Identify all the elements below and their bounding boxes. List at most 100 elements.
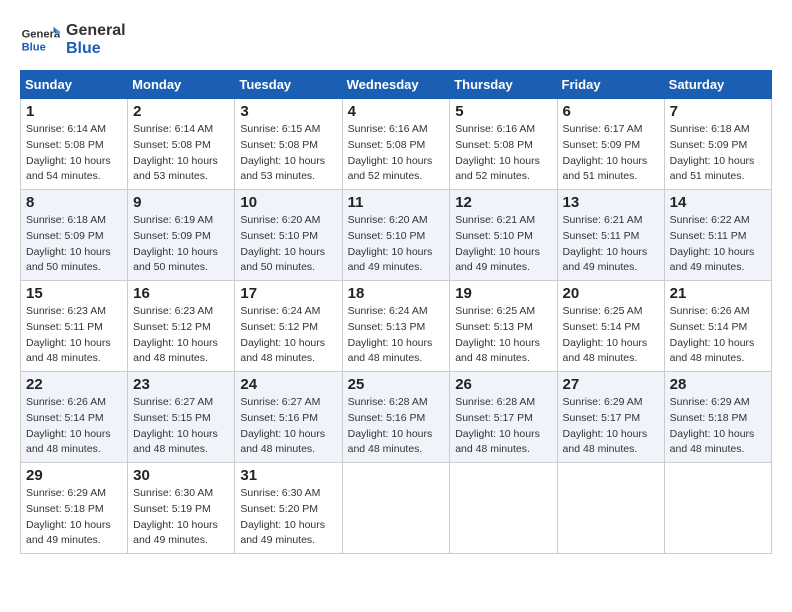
day-number: 3 — [240, 103, 336, 120]
day-info: Sunrise: 6:16 AM Sunset: 5:08 PM Dayligh… — [455, 122, 551, 185]
day-info: Sunrise: 6:29 AM Sunset: 5:18 PM Dayligh… — [670, 395, 766, 458]
day-number: 6 — [563, 103, 659, 120]
weekday-header-saturday: Saturday — [664, 71, 771, 99]
calendar-day-cell: 31 Sunrise: 6:30 AM Sunset: 5:20 PM Dayl… — [235, 463, 342, 554]
day-info: Sunrise: 6:29 AM Sunset: 5:18 PM Dayligh… — [26, 486, 122, 549]
calendar-day-cell: 23 Sunrise: 6:27 AM Sunset: 5:15 PM Dayl… — [128, 372, 235, 463]
day-number: 11 — [348, 194, 445, 211]
day-number: 13 — [563, 194, 659, 211]
calendar-day-cell: 17 Sunrise: 6:24 AM Sunset: 5:12 PM Dayl… — [235, 281, 342, 372]
weekday-header-friday: Friday — [557, 71, 664, 99]
calendar-week-row: 8 Sunrise: 6:18 AM Sunset: 5:09 PM Dayli… — [21, 190, 772, 281]
day-info: Sunrise: 6:18 AM Sunset: 5:09 PM Dayligh… — [26, 213, 122, 276]
empty-cell — [664, 463, 771, 554]
day-info: Sunrise: 6:24 AM Sunset: 5:12 PM Dayligh… — [240, 304, 336, 367]
day-number: 27 — [563, 376, 659, 393]
day-info: Sunrise: 6:29 AM Sunset: 5:17 PM Dayligh… — [563, 395, 659, 458]
day-number: 7 — [670, 103, 766, 120]
day-number: 22 — [26, 376, 122, 393]
calendar-week-row: 22 Sunrise: 6:26 AM Sunset: 5:14 PM Dayl… — [21, 372, 772, 463]
weekday-header-row: SundayMondayTuesdayWednesdayThursdayFrid… — [21, 71, 772, 99]
header: General Blue General Blue — [20, 20, 772, 60]
calendar-day-cell: 5 Sunrise: 6:16 AM Sunset: 5:08 PM Dayli… — [450, 99, 557, 190]
calendar-week-row: 1 Sunrise: 6:14 AM Sunset: 5:08 PM Dayli… — [21, 99, 772, 190]
day-info: Sunrise: 6:30 AM Sunset: 5:19 PM Dayligh… — [133, 486, 229, 549]
day-info: Sunrise: 6:21 AM Sunset: 5:10 PM Dayligh… — [455, 213, 551, 276]
day-number: 1 — [26, 103, 122, 120]
calendar-day-cell: 21 Sunrise: 6:26 AM Sunset: 5:14 PM Dayl… — [664, 281, 771, 372]
calendar-day-cell: 28 Sunrise: 6:29 AM Sunset: 5:18 PM Dayl… — [664, 372, 771, 463]
day-number: 31 — [240, 467, 336, 484]
day-info: Sunrise: 6:23 AM Sunset: 5:11 PM Dayligh… — [26, 304, 122, 367]
logo-text: General Blue — [66, 22, 126, 58]
day-info: Sunrise: 6:20 AM Sunset: 5:10 PM Dayligh… — [240, 213, 336, 276]
calendar-day-cell: 30 Sunrise: 6:30 AM Sunset: 5:19 PM Dayl… — [128, 463, 235, 554]
calendar-day-cell: 25 Sunrise: 6:28 AM Sunset: 5:16 PM Dayl… — [342, 372, 450, 463]
day-info: Sunrise: 6:27 AM Sunset: 5:15 PM Dayligh… — [133, 395, 229, 458]
empty-cell — [450, 463, 557, 554]
calendar-day-cell: 24 Sunrise: 6:27 AM Sunset: 5:16 PM Dayl… — [235, 372, 342, 463]
calendar: SundayMondayTuesdayWednesdayThursdayFrid… — [20, 70, 772, 554]
logo: General Blue General Blue — [20, 20, 126, 60]
empty-cell — [557, 463, 664, 554]
day-info: Sunrise: 6:20 AM Sunset: 5:10 PM Dayligh… — [348, 213, 445, 276]
day-info: Sunrise: 6:14 AM Sunset: 5:08 PM Dayligh… — [26, 122, 122, 185]
day-number: 24 — [240, 376, 336, 393]
day-number: 9 — [133, 194, 229, 211]
day-number: 10 — [240, 194, 336, 211]
calendar-week-row: 29 Sunrise: 6:29 AM Sunset: 5:18 PM Dayl… — [21, 463, 772, 554]
day-info: Sunrise: 6:16 AM Sunset: 5:08 PM Dayligh… — [348, 122, 445, 185]
weekday-header-sunday: Sunday — [21, 71, 128, 99]
calendar-day-cell: 11 Sunrise: 6:20 AM Sunset: 5:10 PM Dayl… — [342, 190, 450, 281]
day-number: 4 — [348, 103, 445, 120]
day-info: Sunrise: 6:21 AM Sunset: 5:11 PM Dayligh… — [563, 213, 659, 276]
weekday-header-monday: Monday — [128, 71, 235, 99]
day-number: 18 — [348, 285, 445, 302]
calendar-day-cell: 12 Sunrise: 6:21 AM Sunset: 5:10 PM Dayl… — [450, 190, 557, 281]
empty-cell — [342, 463, 450, 554]
day-number: 20 — [563, 285, 659, 302]
calendar-day-cell: 19 Sunrise: 6:25 AM Sunset: 5:13 PM Dayl… — [450, 281, 557, 372]
day-number: 5 — [455, 103, 551, 120]
calendar-day-cell: 9 Sunrise: 6:19 AM Sunset: 5:09 PM Dayli… — [128, 190, 235, 281]
day-number: 28 — [670, 376, 766, 393]
calendar-day-cell: 29 Sunrise: 6:29 AM Sunset: 5:18 PM Dayl… — [21, 463, 128, 554]
day-info: Sunrise: 6:15 AM Sunset: 5:08 PM Dayligh… — [240, 122, 336, 185]
logo-icon: General Blue — [20, 20, 60, 60]
calendar-day-cell: 16 Sunrise: 6:23 AM Sunset: 5:12 PM Dayl… — [128, 281, 235, 372]
day-info: Sunrise: 6:23 AM Sunset: 5:12 PM Dayligh… — [133, 304, 229, 367]
day-info: Sunrise: 6:28 AM Sunset: 5:16 PM Dayligh… — [348, 395, 445, 458]
day-info: Sunrise: 6:18 AM Sunset: 5:09 PM Dayligh… — [670, 122, 766, 185]
day-number: 15 — [26, 285, 122, 302]
day-number: 14 — [670, 194, 766, 211]
calendar-week-row: 15 Sunrise: 6:23 AM Sunset: 5:11 PM Dayl… — [21, 281, 772, 372]
day-info: Sunrise: 6:27 AM Sunset: 5:16 PM Dayligh… — [240, 395, 336, 458]
weekday-header-wednesday: Wednesday — [342, 71, 450, 99]
calendar-day-cell: 8 Sunrise: 6:18 AM Sunset: 5:09 PM Dayli… — [21, 190, 128, 281]
day-info: Sunrise: 6:26 AM Sunset: 5:14 PM Dayligh… — [670, 304, 766, 367]
day-number: 16 — [133, 285, 229, 302]
day-number: 25 — [348, 376, 445, 393]
svg-text:Blue: Blue — [22, 41, 46, 53]
day-number: 12 — [455, 194, 551, 211]
calendar-day-cell: 15 Sunrise: 6:23 AM Sunset: 5:11 PM Dayl… — [21, 281, 128, 372]
calendar-day-cell: 4 Sunrise: 6:16 AM Sunset: 5:08 PM Dayli… — [342, 99, 450, 190]
day-info: Sunrise: 6:28 AM Sunset: 5:17 PM Dayligh… — [455, 395, 551, 458]
day-info: Sunrise: 6:26 AM Sunset: 5:14 PM Dayligh… — [26, 395, 122, 458]
day-info: Sunrise: 6:22 AM Sunset: 5:11 PM Dayligh… — [670, 213, 766, 276]
weekday-header-tuesday: Tuesday — [235, 71, 342, 99]
day-number: 19 — [455, 285, 551, 302]
calendar-day-cell: 6 Sunrise: 6:17 AM Sunset: 5:09 PM Dayli… — [557, 99, 664, 190]
day-info: Sunrise: 6:17 AM Sunset: 5:09 PM Dayligh… — [563, 122, 659, 185]
day-info: Sunrise: 6:25 AM Sunset: 5:14 PM Dayligh… — [563, 304, 659, 367]
day-info: Sunrise: 6:25 AM Sunset: 5:13 PM Dayligh… — [455, 304, 551, 367]
day-number: 2 — [133, 103, 229, 120]
day-info: Sunrise: 6:24 AM Sunset: 5:13 PM Dayligh… — [348, 304, 445, 367]
day-number: 21 — [670, 285, 766, 302]
calendar-day-cell: 20 Sunrise: 6:25 AM Sunset: 5:14 PM Dayl… — [557, 281, 664, 372]
calendar-day-cell: 13 Sunrise: 6:21 AM Sunset: 5:11 PM Dayl… — [557, 190, 664, 281]
day-number: 29 — [26, 467, 122, 484]
day-number: 8 — [26, 194, 122, 211]
day-number: 26 — [455, 376, 551, 393]
calendar-day-cell: 7 Sunrise: 6:18 AM Sunset: 5:09 PM Dayli… — [664, 99, 771, 190]
